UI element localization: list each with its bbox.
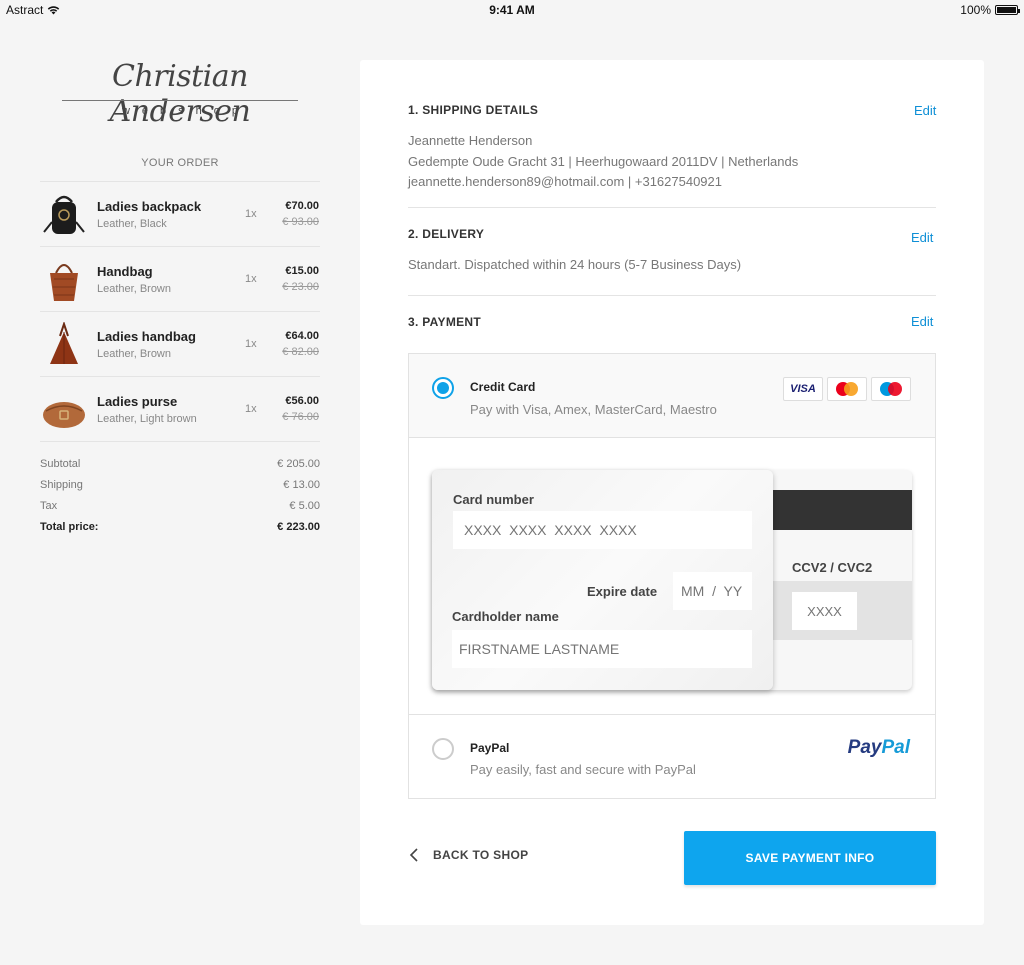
brand-logo[interactable]: Christian Andersen webshop <box>40 55 320 129</box>
shipping-name: Jeannette Henderson <box>408 133 533 148</box>
item-desc: Leather, Light brown <box>97 413 197 425</box>
totals-label: Total price: <box>40 521 99 533</box>
back-to-shop-link[interactable]: BACK TO SHOP <box>408 848 528 862</box>
totals-value: € 5.00 <box>289 500 320 512</box>
totals-label: Shipping <box>40 479 83 491</box>
shipping-edit-link[interactable]: Edit <box>914 103 936 118</box>
payment-methods: Credit Card Pay with Visa, Amex, MasterC… <box>408 353 936 799</box>
battery-icon <box>995 5 1020 15</box>
item-old-price: € 93.00 <box>282 216 319 228</box>
maestro-icon <box>871 377 911 401</box>
item-qty: 1x <box>245 338 257 350</box>
total-row: Total price: € 223.00 <box>40 521 320 542</box>
divider <box>408 207 936 208</box>
paypal-radio[interactable] <box>432 738 454 760</box>
checkout-panel: 1. SHIPPING DETAILS Edit Jeannette Hende… <box>360 60 984 925</box>
delivery-title: 2. DELIVERY <box>408 227 485 241</box>
brand-name: Christian Andersen <box>109 59 251 129</box>
item-desc: Leather, Brown <box>97 348 171 360</box>
clock: 9:41 AM <box>489 3 535 17</box>
order-item: Ladies purse Leather, Light brown 1x €56… <box>40 377 320 442</box>
cardholder-label: Cardholder name <box>452 609 559 624</box>
subtotal-row: Subtotal € 205.00 <box>40 458 320 479</box>
item-old-price: € 23.00 <box>282 281 319 293</box>
item-old-price: € 82.00 <box>282 346 319 358</box>
item-desc: Leather, Black <box>97 218 167 230</box>
paypal-logo-icon: PayPal <box>848 737 910 759</box>
item-desc: Leather, Brown <box>97 283 171 295</box>
visa-icon: VISA <box>783 377 823 401</box>
item-price: €56.00 <box>285 395 319 407</box>
status-bar: Astract 9:41 AM 100% <box>0 0 1024 20</box>
card-number-input[interactable] <box>453 511 752 549</box>
logo-underline <box>62 100 298 101</box>
item-price: €70.00 <box>285 200 319 212</box>
credit-card-radio[interactable] <box>432 377 454 399</box>
paypal-logo-part: Pay <box>847 737 882 758</box>
item-name: Ladies backpack <box>97 199 202 214</box>
totals-value: € 13.00 <box>283 479 320 491</box>
your-order-heading: YOUR ORDER <box>141 157 219 169</box>
item-price: €15.00 <box>285 265 319 277</box>
delivery-edit-link[interactable]: Edit <box>911 230 933 245</box>
order-item: Handbag Leather, Brown 1x €15.00 € 23.00 <box>40 247 320 312</box>
item-price: €64.00 <box>285 330 319 342</box>
tax-row: Tax € 5.00 <box>40 500 320 521</box>
cvv-input[interactable] <box>792 592 857 630</box>
ladies-handbag-image <box>50 322 78 364</box>
order-item: Ladies backpack Leather, Black 1x €70.00… <box>40 182 320 247</box>
paypal-logo-part: Pal <box>881 737 910 758</box>
purse-image <box>43 402 85 428</box>
item-name: Handbag <box>97 264 153 279</box>
shipping-title: 1. SHIPPING DETAILS <box>408 103 539 117</box>
item-old-price: € 76.00 <box>282 411 319 423</box>
shipping-row: Shipping € 13.00 <box>40 479 320 500</box>
mastercard-logo <box>836 382 858 396</box>
paypal-subtitle: Pay easily, fast and secure with PayPal <box>470 762 696 777</box>
totals-value: € 205.00 <box>277 458 320 470</box>
totals-label: Tax <box>40 500 58 512</box>
card-number-label: Card number <box>453 492 534 507</box>
save-payment-button[interactable]: SAVE PAYMENT INFO <box>684 831 936 885</box>
item-qty: 1x <box>245 273 257 285</box>
item-name: Ladies handbag <box>97 329 196 344</box>
expire-date-input[interactable] <box>673 572 752 610</box>
payment-title: 3. PAYMENT <box>408 315 482 329</box>
card-logos: VISA <box>783 377 911 401</box>
paypal-option[interactable]: PayPal Pay easily, fast and secure with … <box>409 714 935 798</box>
expire-date-label: Expire date <box>587 584 658 599</box>
item-qty: 1x <box>245 208 257 220</box>
paypal-title: PayPal <box>470 741 510 755</box>
credit-card-subtitle: Pay with Visa, Amex, MasterCard, Maestro <box>470 402 717 417</box>
mastercard-icon <box>827 377 867 401</box>
divider <box>408 295 936 296</box>
order-list: Ladies backpack Leather, Black 1x €70.00… <box>40 181 320 442</box>
magnetic-stripe <box>772 490 912 530</box>
battery-percent: 100% <box>960 3 991 17</box>
maestro-logo <box>880 382 902 396</box>
delivery-text: Standart. Dispatched within 24 hours (5-… <box>408 257 742 272</box>
shipping-contact: jeannette.henderson89@hotmail.com | +316… <box>408 174 722 189</box>
shipping-address: Gedempte Oude Gracht 31 | Heerhugowaard … <box>408 154 799 169</box>
order-item: Ladies handbag Leather, Brown 1x €64.00 … <box>40 312 320 377</box>
card-front: Card number Expire date Cardholder name <box>432 470 773 690</box>
cardholder-input[interactable] <box>452 630 752 668</box>
order-summary: Christian Andersen webshop YOUR ORDER La… <box>40 55 320 542</box>
item-name: Ladies purse <box>97 394 178 409</box>
credit-card-option[interactable]: Credit Card Pay with Visa, Amex, MasterC… <box>409 354 935 438</box>
payment-edit-link[interactable]: Edit <box>911 314 933 329</box>
backpack-image <box>43 195 85 234</box>
totals-label: Subtotal <box>40 458 81 470</box>
back-to-shop-label: BACK TO SHOP <box>433 848 529 862</box>
item-qty: 1x <box>245 403 257 415</box>
order-totals: Subtotal € 205.00 Shipping € 13.00 Tax €… <box>40 458 320 542</box>
brand-sub: webshop <box>121 105 251 117</box>
credit-card-title: Credit Card <box>470 380 536 394</box>
handbag-image <box>50 264 78 301</box>
chevron-left-icon <box>409 848 418 862</box>
visa-logo-text: VISA <box>790 383 816 395</box>
cvv-label: CCV2 / CVC2 <box>792 560 873 575</box>
totals-value: € 223.00 <box>277 521 320 533</box>
